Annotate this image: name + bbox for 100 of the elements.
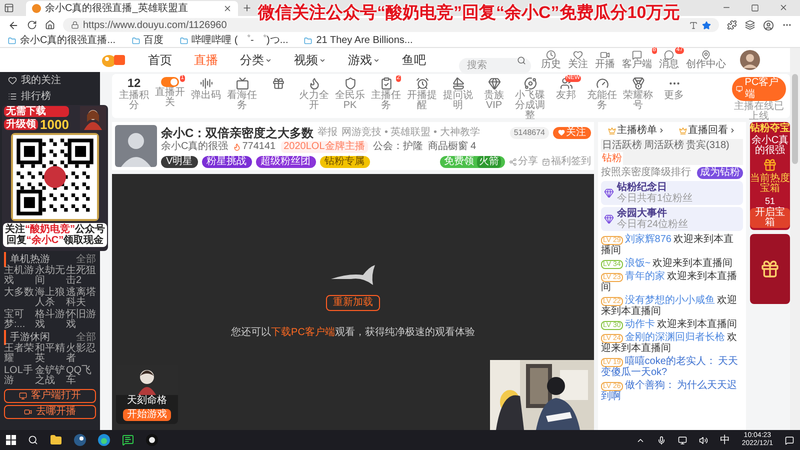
category-path: 网游竞技 • 英雄联盟 • 大神教学 xyxy=(342,126,480,140)
sidebar-item[interactable]: 排行榜 xyxy=(0,88,100,104)
qr-ad-card[interactable]: 无需下载 升级领 1000 关注“酸奶电竞”公众号 回复“余小C”领取现金 xyxy=(2,105,108,251)
screen-icon[interactable] xyxy=(236,77,248,90)
header-action[interactable]: 创作中心 xyxy=(686,50,726,70)
flame-icon[interactable] xyxy=(308,77,320,90)
home-icon[interactable] xyxy=(45,20,55,30)
category-link[interactable]: 和平精英 xyxy=(35,344,65,364)
gauge-icon[interactable] xyxy=(596,77,608,90)
nav-link[interactable]: 视频 xyxy=(294,51,326,69)
collections-icon[interactable] xyxy=(745,20,755,30)
event-text: 今日共有1位粉丝 xyxy=(617,193,693,204)
tag-pill[interactable]: 钻粉专属 xyxy=(320,156,370,168)
volume-icon[interactable] xyxy=(698,436,708,444)
join-button[interactable]: 成为钻粉 xyxy=(697,167,743,179)
tag-pill[interactable]: 粉星挑战 xyxy=(202,156,252,168)
sidebar-button[interactable]: 去哪开播 xyxy=(4,405,96,419)
sidebar-item[interactable]: 我的关注 xyxy=(0,72,100,88)
windows-icon[interactable] xyxy=(6,435,16,445)
category-link[interactable]: 怀旧游戏 xyxy=(66,310,96,330)
guild-link[interactable]: 公会：护隆 xyxy=(372,141,423,153)
panel-link[interactable]: 主播榜单 xyxy=(608,124,665,137)
nav-link[interactable]: 首页 xyxy=(148,51,172,69)
rank-tab[interactable]: 贵宾(318) xyxy=(685,139,730,152)
download-link[interactable]: 下载PC客户端 xyxy=(271,326,335,338)
bookmark[interactable]: 百度 xyxy=(132,34,164,46)
back-icon[interactable] xyxy=(8,20,19,30)
medal-icon[interactable] xyxy=(632,77,644,90)
tool-label: 弹出码 xyxy=(190,91,222,101)
sound-wave-icon[interactable] xyxy=(200,77,212,90)
toggle-icon[interactable] xyxy=(161,77,179,87)
tag-pill[interactable]: 超级粉丝团 xyxy=(256,156,316,168)
search-field[interactable]: 搜索 xyxy=(459,58,531,74)
category-link[interactable]: 逃离塔科夫 xyxy=(66,288,96,308)
category-link[interactable]: 金铲铲之战 xyxy=(35,366,65,386)
rank-tab[interactable]: 周活跃榜 xyxy=(643,139,685,152)
reload-button[interactable]: 重新加载 xyxy=(326,294,380,310)
event-card[interactable]: 钻粉纪念日 今日共有1位粉丝 xyxy=(601,181,743,205)
header-action[interactable]: 开播 xyxy=(595,50,615,70)
category-link[interactable]: 主机游戏 xyxy=(4,266,34,286)
free-rocket-button[interactable]: 免费领 火箭 xyxy=(440,156,505,168)
orbit-icon[interactable] xyxy=(524,77,536,90)
event-card[interactable]: 余园大事件 今日有24位粉丝 xyxy=(601,207,743,231)
clipboard-icon[interactable] xyxy=(380,77,392,90)
close-icon[interactable] xyxy=(779,3,788,12)
refresh-icon[interactable] xyxy=(27,20,37,30)
new-tab-icon[interactable] xyxy=(242,3,252,13)
category-link[interactable]: 海上狼人杀 xyxy=(35,288,65,308)
alarm-clock-icon[interactable] xyxy=(416,77,428,90)
folder-icon[interactable] xyxy=(50,434,62,446)
maximize-icon[interactable] xyxy=(751,4,759,12)
bookmark[interactable]: 21 They Are Billions... xyxy=(304,34,413,46)
sailboat-icon[interactable] xyxy=(452,77,464,90)
category-link[interactable]: QQ飞车 xyxy=(66,366,96,386)
camera-app-icon[interactable] xyxy=(146,434,158,446)
close-tab-icon[interactable] xyxy=(223,4,232,13)
category-link[interactable]: 格斗游戏 xyxy=(35,310,65,330)
category-link[interactable]: 永劫无间 xyxy=(35,266,65,286)
scrollbar[interactable] xyxy=(790,48,800,430)
nav-link[interactable]: 游戏 xyxy=(348,51,380,69)
notifications-icon[interactable] xyxy=(785,436,794,444)
header-action[interactable]: 关注 xyxy=(568,50,588,70)
anchor-name[interactable]: 余小C真的很强 xyxy=(161,141,228,153)
shop-link[interactable]: 商品橱窗 4 xyxy=(428,141,476,153)
bookmark[interactable]: 余小C真的很强直播... xyxy=(8,34,116,46)
category-link[interactable]: 王者荣耀 xyxy=(4,344,34,364)
header-action[interactable]: 历史 xyxy=(541,50,561,70)
shield-icon[interactable] xyxy=(344,77,356,90)
extensions-icon[interactable] xyxy=(727,20,737,30)
rank-tab[interactable]: 日活跃榜 xyxy=(601,139,643,152)
network-icon[interactable] xyxy=(678,436,687,444)
favorite-star-icon[interactable] xyxy=(702,20,711,30)
treasure-card[interactable]: 钻粉夺宝 余小C真的很强 当前热度宝箱 51 开启宝箱 xyxy=(750,122,790,230)
nav-link[interactable]: 鱼吧 xyxy=(402,51,426,69)
category-link[interactable]: 宝可梦:... xyxy=(4,310,34,330)
mic-icon[interactable] xyxy=(656,436,666,444)
browser-tab[interactable]: 余小C真的很强直播_英雄联盟直 xyxy=(26,1,238,16)
promo-card[interactable] xyxy=(750,234,790,304)
gift-icon[interactable] xyxy=(272,77,284,90)
users-icon[interactable] xyxy=(560,77,572,90)
logo-icon[interactable] xyxy=(100,52,126,68)
input-method-indicator[interactable]: 中 xyxy=(720,432,730,448)
category-link[interactable]: 火影忍者 xyxy=(66,344,96,364)
bookmark[interactable]: 哔哩哔哩 ( ゜- ゜)つ... xyxy=(180,34,288,46)
category-link[interactable]: LOL手游 xyxy=(4,366,34,386)
tag-pill[interactable]: V明星 xyxy=(161,156,198,168)
category-link[interactable]: 生死狙击2 xyxy=(66,266,96,286)
profile-icon[interactable] xyxy=(763,20,774,30)
monitor-icon xyxy=(736,85,743,93)
diamond-icon[interactable] xyxy=(488,77,500,90)
panel-link[interactable]: 直播回看 xyxy=(679,124,736,137)
user-avatar[interactable] xyxy=(740,50,760,70)
chat-app-icon[interactable] xyxy=(122,434,134,446)
open-box-button[interactable]: 开启宝箱 xyxy=(750,208,790,228)
tab-actions-icon[interactable] xyxy=(4,3,14,13)
nav-link[interactable]: 分类 xyxy=(240,51,272,69)
header-action[interactable]: 客户端 xyxy=(622,50,652,70)
more-link[interactable]: 全部 xyxy=(76,252,96,267)
category-link[interactable]: 大多数 xyxy=(4,288,34,308)
sidebar-button[interactable]: 客户端打开 xyxy=(4,389,96,403)
